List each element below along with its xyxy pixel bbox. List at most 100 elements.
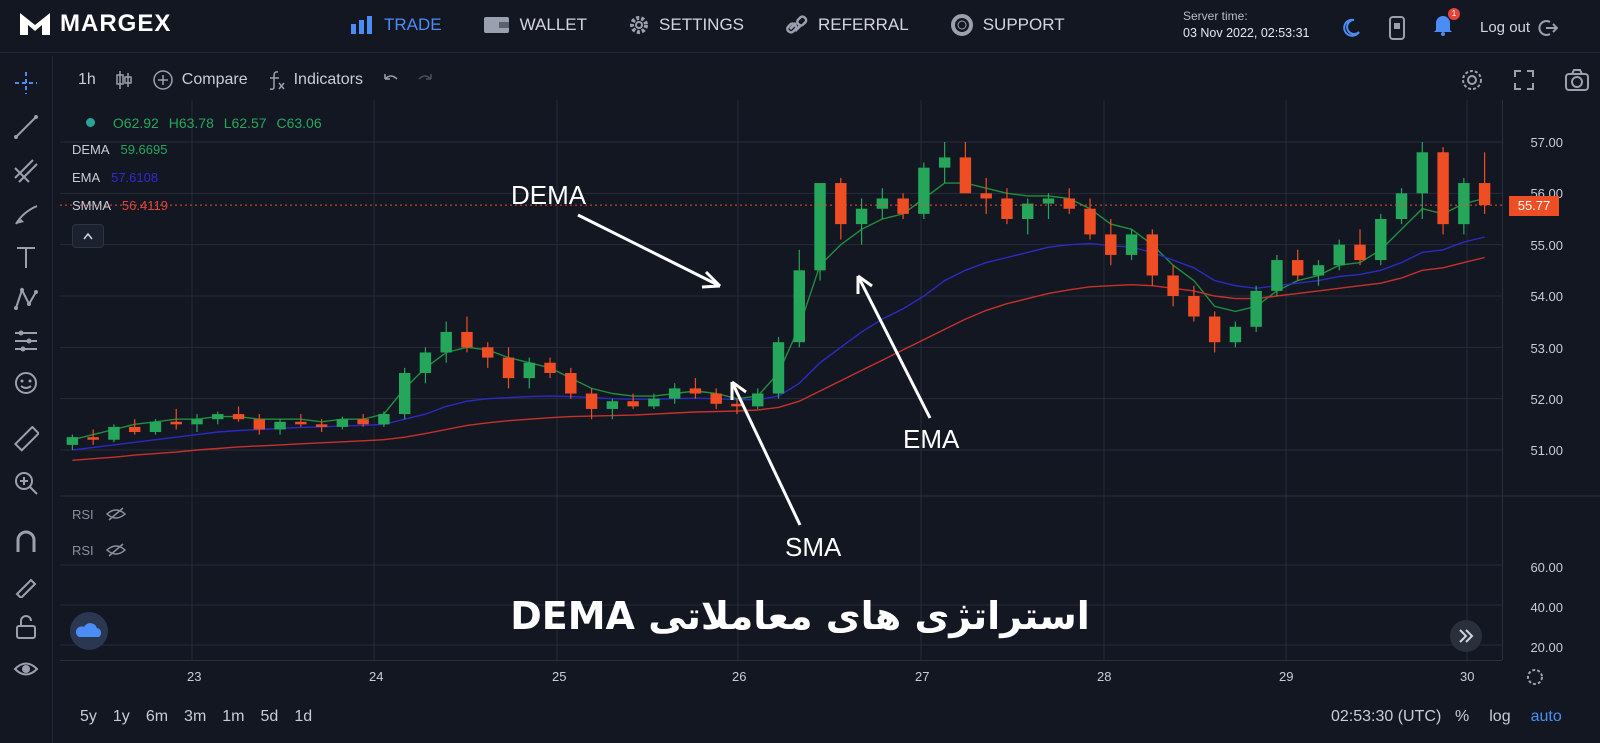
- range-1m[interactable]: 1m: [222, 708, 244, 726]
- candle-body: [627, 401, 639, 407]
- candle-body: [855, 208, 868, 225]
- rsi-pane-2[interactable]: RSI: [72, 542, 126, 558]
- candle-body: [835, 183, 847, 225]
- candle-body: [1333, 244, 1345, 266]
- axis-settings-icon[interactable]: [1525, 667, 1545, 687]
- price-axis[interactable]: 57.00 56.00 55.00 54.00 53.00 52.00 51.0…: [1502, 100, 1600, 660]
- dema-arrow: [577, 213, 721, 288]
- candle-body: [814, 183, 826, 271]
- candle-body: [1146, 234, 1159, 276]
- candle-body: [1022, 203, 1034, 219]
- annotation-sma: SMA: [785, 532, 842, 562]
- candle-body: [938, 157, 951, 168]
- status-dot: [86, 118, 95, 127]
- indicator-ema-value: 57.6108: [111, 170, 159, 185]
- time-axis[interactable]: 23 24 25 26 27 28 29 30: [60, 660, 1543, 691]
- time-tick: 28: [1097, 669, 1112, 684]
- indicator-smma[interactable]: SMMA 56.4119: [72, 198, 168, 213]
- log-toggle[interactable]: log: [1489, 708, 1510, 726]
- candle-body: [1105, 234, 1117, 255]
- time-tick: 27: [915, 669, 930, 684]
- annotation-dema: DEMA: [511, 180, 587, 210]
- candle-body: [66, 437, 79, 445]
- rsi-label-1: RSI: [72, 506, 94, 522]
- scroll-to-realtime-button[interactable]: [1450, 620, 1482, 652]
- eye-hidden-icon[interactable]: [105, 542, 126, 558]
- candle-body: [959, 157, 972, 194]
- candle-body: [212, 414, 224, 420]
- candle-body: [191, 419, 203, 425]
- candle-body: [128, 426, 141, 433]
- candle-body: [1354, 244, 1366, 261]
- candle-body: [1188, 296, 1200, 317]
- candle-body: [1416, 152, 1429, 194]
- candle-body: [1229, 326, 1242, 343]
- rsi-tick: 60.00: [1530, 560, 1563, 575]
- indicator-smma-value: 56.4119: [121, 198, 168, 213]
- price-tick: 52.00: [1530, 392, 1563, 407]
- series-line-dema: [72, 182, 1485, 441]
- candle-body: [1125, 234, 1138, 255]
- candle-body: [544, 362, 556, 373]
- range-6m[interactable]: 6m: [146, 708, 168, 726]
- candle-body: [419, 352, 432, 373]
- candle-body: [565, 373, 577, 394]
- indicator-dema[interactable]: DEMA 59.6695: [72, 142, 167, 157]
- collapse-legend-button[interactable]: [72, 224, 104, 248]
- indicator-dema-value: 59.6695: [120, 142, 168, 157]
- candle-body: [357, 419, 369, 425]
- range-1d[interactable]: 1d: [294, 708, 312, 726]
- candle-body: [1437, 152, 1449, 225]
- candle-body: [1478, 183, 1491, 206]
- candle-body: [1001, 198, 1013, 219]
- candle-body: [149, 421, 162, 433]
- bottom-bar: 5y 1y 6m 3m 1m 5d 1d 02:53:30 (UTC) % lo…: [60, 700, 1600, 743]
- candle-body: [585, 393, 598, 409]
- range-1y[interactable]: 1y: [113, 708, 130, 726]
- chevron-up-icon: [83, 232, 93, 240]
- candle-body: [918, 167, 930, 214]
- candle-body: [378, 414, 390, 425]
- caption-title: استراتژی های معاملاتی DEMA: [510, 594, 1090, 638]
- range-buttons: 5y 1y 6m 3m 1m 5d 1d: [80, 708, 312, 726]
- candle-body: [876, 198, 889, 209]
- indicator-ema-name: EMA: [72, 170, 100, 185]
- candle-body: [1395, 193, 1408, 219]
- candle-body: [482, 347, 494, 358]
- indicator-smma-name: SMMA: [72, 198, 111, 213]
- ohlc-legend: O62.92 H63.78 L62.57 C63.06: [72, 115, 322, 131]
- candle-body: [1291, 260, 1304, 276]
- percent-toggle[interactable]: %: [1455, 708, 1469, 726]
- time-tick: 30: [1460, 669, 1475, 684]
- candle-body: [232, 414, 245, 420]
- current-price-label: 55.77: [1509, 196, 1559, 216]
- candle-body: [461, 331, 473, 348]
- price-tick: 55.00: [1530, 238, 1563, 253]
- candle-body: [689, 388, 702, 394]
- rsi-pane-1[interactable]: RSI: [72, 506, 126, 522]
- candle-body: [502, 357, 515, 379]
- candle-body: [1271, 260, 1283, 291]
- price-tick: 53.00: [1530, 341, 1563, 356]
- auto-toggle[interactable]: auto: [1531, 708, 1562, 726]
- candle-body: [295, 421, 307, 425]
- range-3m[interactable]: 3m: [184, 708, 206, 726]
- eye-hidden-icon[interactable]: [105, 506, 126, 522]
- ohlc-open: O62.92: [112, 115, 159, 131]
- candle-body: [398, 373, 411, 415]
- annotation-arrows: [577, 213, 932, 526]
- candle-body: [1063, 198, 1075, 209]
- candle-body: [668, 388, 681, 399]
- candle-body: [440, 331, 452, 353]
- candle-body: [1375, 219, 1387, 261]
- candle-body: [108, 426, 120, 440]
- range-5d[interactable]: 5d: [261, 708, 279, 726]
- candle-body: [1208, 316, 1221, 343]
- indicator-ema[interactable]: EMA 57.6108: [72, 170, 158, 185]
- candle-body: [793, 270, 805, 343]
- candle-body: [648, 398, 660, 407]
- range-5y[interactable]: 5y: [80, 708, 97, 726]
- candle-body: [606, 401, 619, 409]
- candle-body: [897, 198, 909, 214]
- utc-clock[interactable]: 02:53:30 (UTC): [1331, 708, 1441, 726]
